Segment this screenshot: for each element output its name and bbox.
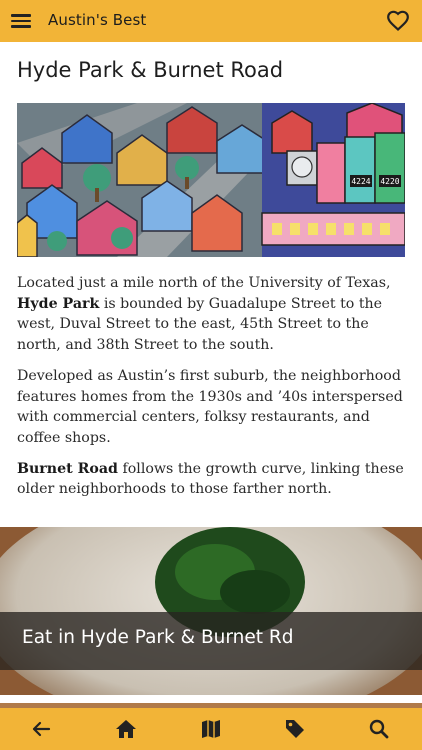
meter-number-2: 4220 [380,177,399,186]
eat-card-label: Eat in Hyde Park & Burnet Rd [22,627,294,648]
article-paragraph-3: Burnet Road follows the growth curve, li… [17,460,404,498]
bottom-nav-bar [0,708,422,750]
article-paragraph-2: Developed as Austin’s first suburb, the … [17,367,403,446]
eat-in-card[interactable]: Eat in Hyde Park & Burnet Rd [0,527,422,695]
home-icon[interactable] [114,717,138,741]
hero-mural-image: 4224 4220 [17,103,405,257]
top-app-bar: Austin's Best [0,0,422,42]
map-icon[interactable] [199,717,223,741]
page-title: Hyde Park & Burnet Road [17,58,284,82]
article-paragraph-1: Located just a mile north of the Univers… [17,275,391,354]
hyde-park-bold: Hyde Park [17,295,100,312]
back-arrow-icon[interactable] [29,717,53,741]
meter-number-1: 4224 [351,177,370,186]
tag-icon[interactable] [283,717,307,741]
heart-icon[interactable] [386,9,410,33]
article-body: Located just a mile north of the Univers… [17,273,407,510]
app-title: Austin's Best [48,11,147,29]
burnet-road-bold: Burnet Road [17,460,118,477]
search-icon[interactable] [367,717,391,741]
hamburger-menu-icon[interactable] [10,11,32,31]
